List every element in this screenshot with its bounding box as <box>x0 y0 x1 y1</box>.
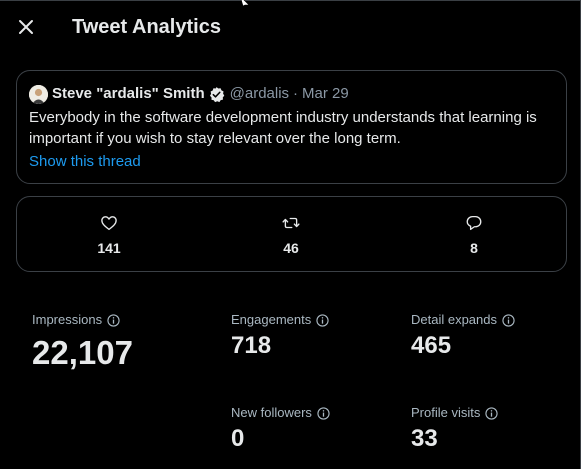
author-name[interactable]: Steve "ardalis" Smith <box>52 84 205 104</box>
replies-metric: 8 <box>444 213 504 257</box>
replies-count: 8 <box>470 240 478 256</box>
profile-visits-value: 33 <box>411 425 438 452</box>
profile-visits-label: Profile visits <box>411 405 481 420</box>
engagements-stat: Engagements 718 <box>231 312 329 360</box>
detail-expands-stat: Detail expands 465 <box>411 312 515 360</box>
separator-dot: · <box>293 85 299 102</box>
heart-icon <box>101 216 117 231</box>
tweet-text: Everybody in the software development in… <box>29 109 537 147</box>
reply-icon <box>466 215 482 231</box>
impressions-stat: Impressions 22,107 <box>32 312 133 372</box>
author-handle[interactable]: @ardalis <box>230 84 289 104</box>
retweets-count: 46 <box>283 240 299 256</box>
info-icon[interactable] <box>316 313 329 327</box>
tweet-card[interactable]: Steve "ardalis" Smith @ardalis · Mar 29 … <box>16 70 567 184</box>
show-thread-link[interactable]: Show this thread <box>29 152 141 172</box>
new-followers-stat: New followers 0 <box>231 405 330 453</box>
profile-visits-stat: Profile visits 33 <box>411 405 498 453</box>
info-icon[interactable] <box>502 313 515 327</box>
tweet-date[interactable]: Mar 29 <box>302 84 349 104</box>
avatar[interactable] <box>29 84 48 104</box>
avatar-image <box>29 84 48 104</box>
page-title: Tweet Analytics <box>72 16 221 38</box>
close-button[interactable] <box>14 15 38 39</box>
new-followers-label: New followers <box>231 405 312 420</box>
engagement-card: 141 46 8 <box>16 196 567 272</box>
impressions-label: Impressions <box>32 312 103 327</box>
tweet-header: Steve "ardalis" Smith @ardalis · Mar 29 <box>29 84 349 104</box>
likes-count: 141 <box>97 240 121 256</box>
detail-expands-value: 465 <box>411 332 452 359</box>
close-icon <box>19 20 33 34</box>
info-icon[interactable] <box>317 406 330 420</box>
info-icon[interactable] <box>485 406 498 420</box>
verified-badge-icon <box>208 86 225 103</box>
engagements-label: Engagements <box>231 312 312 327</box>
detail-expands-label: Detail expands <box>411 312 497 327</box>
retweet-icon <box>282 217 300 229</box>
mouse-cursor-icon <box>240 0 250 6</box>
new-followers-value: 0 <box>231 425 245 452</box>
engagements-value: 718 <box>231 332 272 359</box>
retweets-metric: 46 <box>261 213 321 257</box>
likes-metric: 141 <box>79 213 139 257</box>
info-icon[interactable] <box>107 313 120 327</box>
impressions-value: 22,107 <box>32 334 133 371</box>
